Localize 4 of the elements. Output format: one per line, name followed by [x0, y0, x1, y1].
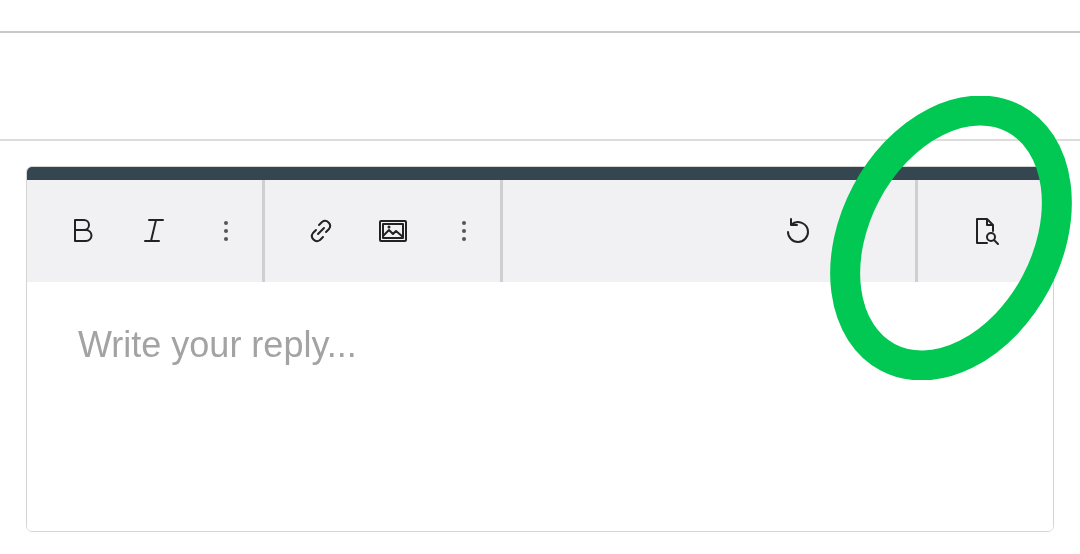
more-icon	[462, 221, 467, 241]
reply-editor[interactable]: Write your reply...	[26, 166, 1054, 532]
undo-icon	[786, 218, 810, 244]
more-icon	[224, 221, 228, 241]
